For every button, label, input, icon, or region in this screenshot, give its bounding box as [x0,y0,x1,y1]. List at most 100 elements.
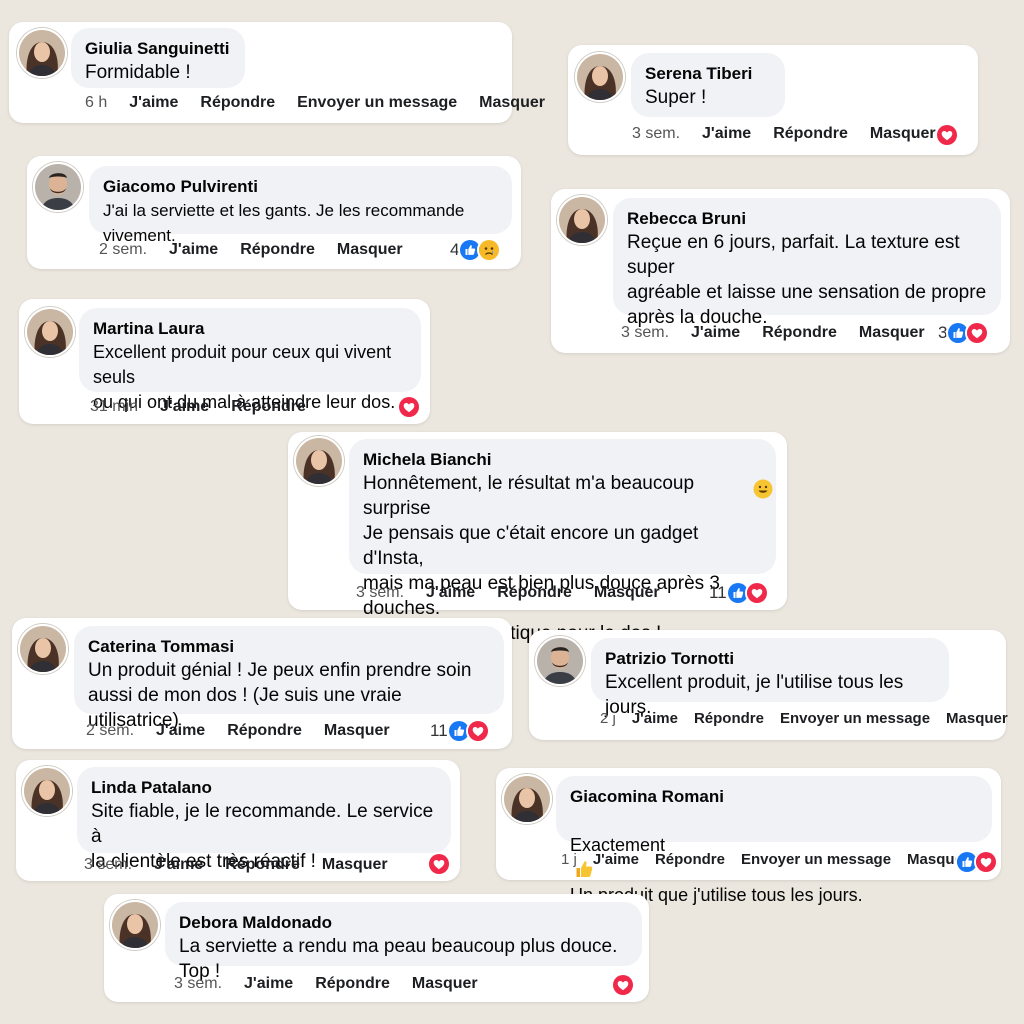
reaction-summary[interactable]: 11 [430,719,490,743]
comment-time[interactable]: 3 sem. [621,324,669,342]
comment-time[interactable]: 2 sem. [86,722,134,740]
comment-bubble: Rebecca Bruni Reçue en 6 jours, parfait.… [613,198,1001,328]
avatar[interactable] [17,28,67,78]
reply-button[interactable]: Répondre [694,710,764,727]
comment-actions: 2 sem. J'aime Répondre Masquer [99,241,425,259]
comment-bubble: Giulia Sanguinetti Formidable ! [71,28,245,88]
comment-time[interactable]: 3 sem. [84,856,132,874]
heart-icon [397,395,421,419]
reaction-summary[interactable]: 4 [450,238,502,262]
hide-button[interactable]: Masquer [322,856,388,874]
like-button[interactable]: J'aime [691,324,740,342]
reaction-count: 11 [430,721,448,740]
reaction-summary[interactable]: 3 [938,321,990,345]
like-button[interactable]: J'aime [154,856,203,874]
like-button[interactable]: J'aime [426,584,475,602]
commenter-name[interactable]: Michela Bianchi [363,449,762,471]
reply-button[interactable]: Répondre [227,722,302,740]
comment-time[interactable]: 2 sem. [99,241,147,259]
avatar[interactable] [557,195,607,245]
hide-button[interactable]: Masquer [324,722,390,740]
comment-actions: 3 sem. J'aime Répondre Masquer [174,975,500,993]
comment-actions: 2 sem. J'aime Répondre Masquer [86,722,412,740]
like-button[interactable]: J'aime [244,975,293,993]
reply-button[interactable]: Répondre [200,94,275,112]
comment-bubble: Giacomo Pulvirenti J'ai la serviette et … [89,166,512,245]
like-button[interactable]: J'aime [156,722,205,740]
like-button[interactable]: J'aime [593,851,639,868]
comment-actions: 1 j J'aime Répondre Envoyer un message M… [561,851,969,868]
commenter-name[interactable]: Caterina Tommasi [88,636,490,658]
like-button[interactable]: J'aime [160,398,209,416]
send-message-button[interactable]: Envoyer un message [780,710,930,727]
avatar[interactable] [502,774,552,824]
heart-icon [427,852,451,876]
heart-icon [744,581,769,605]
reaction-summary[interactable] [611,973,635,997]
avatar[interactable] [575,52,625,102]
send-message-button[interactable]: Envoyer un message [741,851,891,868]
reply-button[interactable]: Répondre [231,398,306,416]
comment-time[interactable]: 3 sem. [356,584,404,602]
comment-time[interactable]: 1 j [561,851,577,868]
commenter-name[interactable]: Debora Maldonado [179,912,628,934]
comment-bubble: Serena Tiberi Super ! [631,53,785,117]
reply-button[interactable]: Répondre [773,125,848,143]
avatar[interactable] [22,766,72,816]
heart-icon [935,123,959,147]
comment-bubble: Patrizio Tornotti Excellent produit, je … [591,638,949,718]
avatar[interactable] [294,436,344,486]
hide-button[interactable]: Masquer [859,324,925,342]
send-message-button[interactable]: Envoyer un message [297,94,457,112]
like-button[interactable]: J'aime [169,241,218,259]
reply-button[interactable]: Répondre [315,975,390,993]
commenter-name[interactable]: Linda Patalano [91,777,437,799]
crying-face-icon [477,238,502,262]
avatar[interactable] [110,900,160,950]
avatar[interactable] [18,624,68,674]
reaction-summary[interactable]: 11 [709,581,769,605]
comment-card: Patrizio Tornotti Excellent produit, je … [529,630,1008,740]
reaction-summary[interactable] [397,395,421,419]
hide-button[interactable]: Masquer [594,584,660,602]
like-button[interactable]: J'aime [632,710,678,727]
reaction-summary[interactable] [427,852,451,876]
comment-bubble: Michela Bianchi Honnêtement, le résultat… [349,439,776,644]
reply-button[interactable]: Répondre [240,241,315,259]
hide-button[interactable]: Masquer [479,94,545,112]
avatar[interactable] [25,307,75,357]
avatar[interactable] [33,162,83,212]
avatar[interactable] [535,636,585,686]
comment-actions: 3 sem. J'aime Répondre Masquer [356,584,682,602]
commenter-name[interactable]: Rebecca Bruni [627,208,987,230]
commenter-name[interactable]: Giulia Sanguinetti [85,38,231,60]
hide-button[interactable]: Masquer [337,241,403,259]
comment-time[interactable]: 2 j [600,710,616,727]
reply-button[interactable]: Répondre [225,856,300,874]
reply-button[interactable]: Répondre [655,851,725,868]
comment-time[interactable]: 3 sem. [174,975,222,993]
hide-button[interactable]: Masquer [870,125,936,143]
reply-button[interactable]: Répondre [762,324,837,342]
comment-card: Debora Maldonado La serviette a rendu ma… [104,894,649,1002]
reaction-count: 11 [709,583,727,602]
commenter-name[interactable]: Giacomo Pulvirenti [103,176,498,198]
comment-time[interactable]: 6 h [85,94,107,112]
comment-text: Formidable ! [85,62,191,83]
commenter-name[interactable]: Giacomina Romani [570,786,978,808]
comment-bubble: Martina Laura Excellent produit pour ceu… [79,308,421,412]
comment-actions: 31 min J'aime Répondre [90,398,328,416]
comment-time[interactable]: 3 sem. [632,125,680,143]
like-button[interactable]: J'aime [129,94,178,112]
reaction-summary[interactable] [935,123,959,147]
like-button[interactable]: J'aime [702,125,751,143]
hide-button[interactable]: Masquer [412,975,478,993]
comment-time[interactable]: 31 min [90,398,138,416]
heart-icon [465,719,490,743]
reply-button[interactable]: Répondre [497,584,572,602]
reaction-summary[interactable] [955,850,998,874]
commenter-name[interactable]: Martina Laura [93,318,407,340]
commenter-name[interactable]: Patrizio Tornotti [605,648,935,670]
hide-button[interactable]: Masquer [946,710,1008,727]
commenter-name[interactable]: Serena Tiberi [645,63,771,85]
